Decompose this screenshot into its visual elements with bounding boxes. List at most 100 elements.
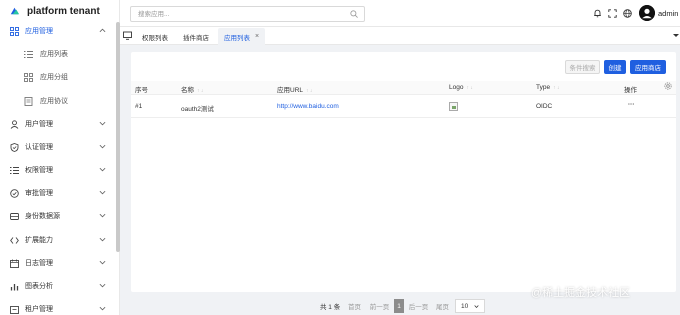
sidebar-item-label: 应用协议 <box>40 98 68 105</box>
sidebar-item-label: 应用列表 <box>40 51 68 58</box>
sidebar-group-label: 应用管理 <box>25 28 53 35</box>
column-actions: 操作 <box>624 87 637 94</box>
sidebar: platform tenant 应用管理 应用列表 应用分组 应用协议 用户管理… <box>0 0 120 315</box>
app-store-button[interactable]: 应用商店 <box>630 60 666 74</box>
app-list-card: 条件搜索 创建 应用商店 序号 名称 ↑ ↓ 应用URL ↑ ↓ Logo ↑ ↓ T… <box>131 52 676 292</box>
user-avatar-icon <box>639 5 655 21</box>
watermark: @稀土掘金技术社区 <box>531 287 631 299</box>
code-icon <box>9 235 19 245</box>
sidebar-group-label: 图表分析 <box>25 283 53 290</box>
sidebar-group-chart-analysis[interactable]: 图表分析 <box>0 275 118 297</box>
tab-plugin-store[interactable]: 插件商店 <box>177 28 215 45</box>
search-input[interactable] <box>131 7 341 21</box>
pagination-next[interactable]: 后一页 <box>408 299 429 313</box>
broken-image-icon <box>449 102 458 111</box>
pagination-prev[interactable]: 前一页 <box>369 299 390 313</box>
column-name[interactable]: 名称 ↑ ↓ <box>181 84 203 94</box>
brand-logo-icon <box>10 7 20 14</box>
column-index: 序号 <box>135 87 148 94</box>
tab-dropdown-icon[interactable] <box>673 34 679 37</box>
search-box <box>130 6 365 22</box>
chevron-down-icon <box>99 121 106 126</box>
sidebar-group-label: 用户管理 <box>25 121 53 128</box>
tab-app-list[interactable]: 应用列表 × <box>218 28 266 45</box>
chevron-down-icon <box>99 306 106 311</box>
column-url[interactable]: 应用URL ↑ ↓ <box>277 84 312 94</box>
pagination-current-page[interactable]: 1 <box>394 299 404 313</box>
sort-icon[interactable]: ↑ ↓ <box>306 88 312 94</box>
shield-icon <box>9 142 19 152</box>
check-circle-icon <box>9 188 19 198</box>
sidebar-group-auth-management[interactable]: 认证管理 <box>0 136 118 158</box>
bar-chart-icon <box>9 281 19 291</box>
page-size-select[interactable]: 10 <box>455 299 485 313</box>
tab-label: 应用列表 <box>224 34 250 42</box>
cell-url-link[interactable]: http://www.baidu.com <box>277 103 339 110</box>
brand-name: platform tenant <box>27 5 100 17</box>
tab-bar: 权限列表 插件商店 应用列表 × <box>120 27 680 45</box>
bell-icon[interactable] <box>593 9 602 18</box>
chevron-down-icon <box>99 167 106 172</box>
sidebar-group-label: 认证管理 <box>25 144 53 151</box>
calendar-icon <box>9 258 19 268</box>
sidebar-scrollbar[interactable] <box>116 22 120 252</box>
sidebar-group-label: 日志管理 <box>25 260 53 267</box>
chevron-down-icon <box>99 144 106 149</box>
table-settings-icon[interactable] <box>664 82 672 90</box>
chevron-down-icon <box>99 260 106 265</box>
chevron-up-icon <box>99 28 106 33</box>
avatar[interactable] <box>639 5 655 21</box>
tenant-icon <box>9 304 19 314</box>
filter-search-button[interactable]: 条件搜索 <box>565 60 600 74</box>
table-header: 序号 名称 ↑ ↓ 应用URL ↑ ↓ Logo ↑ ↓ Type ↑ ↓ 操作 <box>131 81 676 95</box>
fullscreen-icon[interactable] <box>608 9 617 18</box>
column-label: 名称 <box>181 87 194 94</box>
monitor-icon[interactable] <box>123 31 132 40</box>
tab-label: 插件商店 <box>183 34 209 42</box>
create-button[interactable]: 创建 <box>604 60 626 74</box>
chevron-down-icon <box>99 190 106 195</box>
column-logo[interactable]: Logo ↑ ↓ <box>449 84 473 91</box>
chevron-down-icon <box>99 213 106 218</box>
list-icon <box>9 165 19 175</box>
sidebar-group-app-management[interactable]: 应用管理 <box>0 20 118 42</box>
sidebar-item-app-protocol[interactable]: 应用协议 <box>0 90 118 112</box>
sidebar-group-approval-management[interactable]: 审批管理 <box>0 182 118 204</box>
chevron-down-icon <box>99 237 106 242</box>
close-icon[interactable]: × <box>255 33 259 40</box>
chevron-down-icon <box>474 305 479 309</box>
sort-icon[interactable]: ↑ ↓ <box>466 85 472 91</box>
sidebar-item-app-group[interactable]: 应用分组 <box>0 66 118 88</box>
sidebar-item-label: 应用分组 <box>40 74 68 81</box>
sort-icon[interactable]: ↑ ↓ <box>553 85 559 91</box>
grid-icon <box>9 26 19 36</box>
globe-icon[interactable] <box>623 9 632 18</box>
pagination-last[interactable]: 尾页 <box>434 299 451 313</box>
username-label[interactable]: admin <box>658 9 678 18</box>
cell-name: oauth2测试 <box>181 106 214 113</box>
sidebar-item-app-list[interactable]: 应用列表 <box>0 43 118 65</box>
page-size-value: 10 <box>461 302 469 310</box>
user-icon <box>9 119 19 129</box>
sidebar-group-extension[interactable]: 扩展能力 <box>0 229 118 251</box>
sidebar-group-label: 审批管理 <box>25 190 53 197</box>
table-row[interactable]: #1 oauth2测试 http://www.baidu.com OIDC ··… <box>131 96 676 118</box>
tab-permission-list[interactable]: 权限列表 <box>136 28 174 45</box>
brand[interactable]: platform tenant <box>0 0 119 22</box>
sidebar-group-permission-management[interactable]: 权限管理 <box>0 159 118 181</box>
sidebar-group-tenant-management[interactable]: 租户管理 <box>0 298 118 315</box>
cell-type: OIDC <box>536 103 553 110</box>
column-label: Logo <box>449 84 464 91</box>
pagination-first[interactable]: 首页 <box>346 299 363 313</box>
sidebar-group-user-management[interactable]: 用户管理 <box>0 113 118 135</box>
more-actions-button[interactable]: ··· <box>628 101 635 108</box>
column-label: Type <box>536 84 551 91</box>
sidebar-group-log-management[interactable]: 日志管理 <box>0 252 118 274</box>
cell-index: #1 <box>135 103 143 110</box>
column-type[interactable]: Type ↑ ↓ <box>536 84 559 91</box>
sidebar-group-label: 身份数据源 <box>25 213 60 220</box>
sort-icon[interactable]: ↑ ↓ <box>197 88 203 94</box>
search-icon[interactable] <box>350 10 358 18</box>
sidebar-group-identity-source[interactable]: 身份数据源 <box>0 205 118 227</box>
sidebar-group-label: 扩展能力 <box>25 237 53 244</box>
